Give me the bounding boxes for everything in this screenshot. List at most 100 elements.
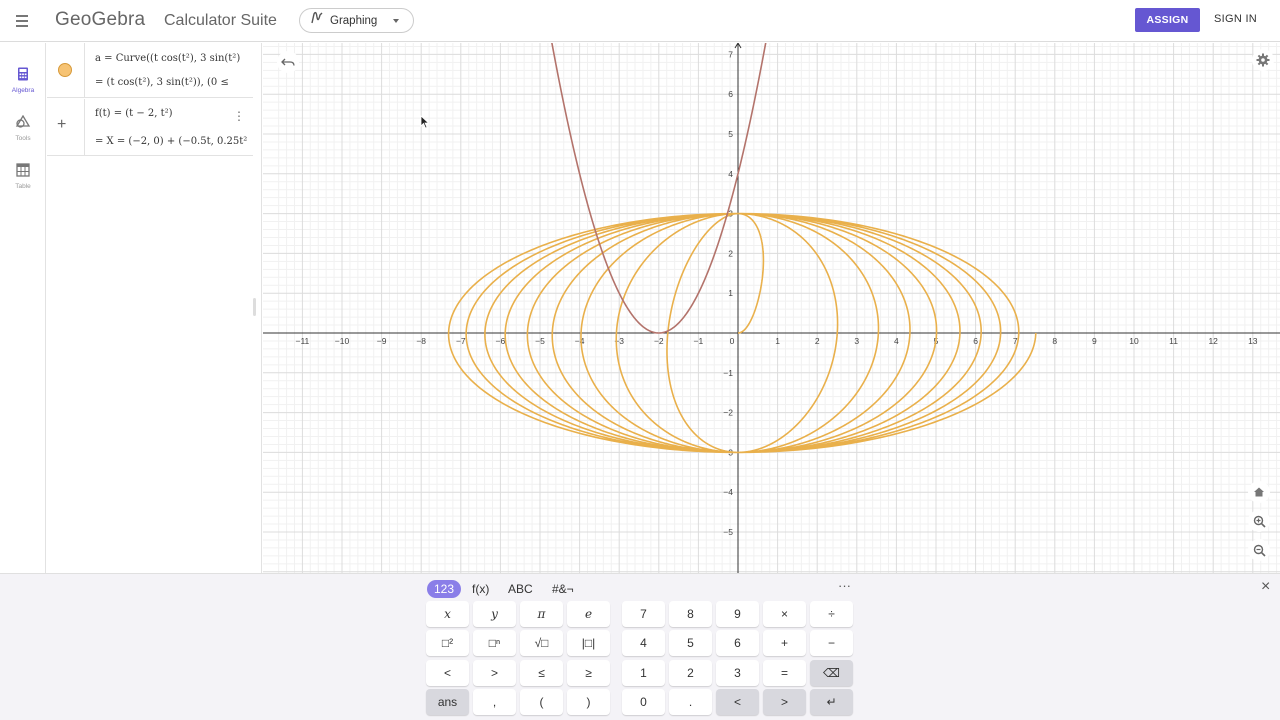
- tab-abc[interactable]: ABC: [508, 580, 533, 598]
- y-tick-label: −2: [723, 408, 733, 418]
- y-tick-label: 5: [728, 129, 733, 139]
- key-geq[interactable]: ≥: [567, 660, 610, 686]
- y-tick-label: 6: [728, 89, 733, 99]
- home-icon[interactable]: [1248, 481, 1270, 503]
- x-tick-label: −11: [296, 336, 310, 346]
- x-tick-label: 13: [1248, 336, 1258, 346]
- graph-canvas[interactable]: −11 −10 −9 −8 −7 −6 −5 −4 −3 −2 −1 0 1 2 3 4 5 6 7 8 9 10 11 12…: [263, 43, 1280, 573]
- key-y[interactable]: y: [473, 601, 516, 627]
- add-item-icon[interactable]: +: [57, 116, 66, 134]
- app-picker-dropdown[interactable]: Graphing: [299, 8, 414, 33]
- algebra-input[interactable]: a = Curve((t cos(t²), 3 sin(t²): [95, 53, 240, 64]
- hamburger-menu-icon[interactable]: [10, 10, 34, 32]
- x-tick-label: 3: [854, 336, 859, 346]
- backspace-icon[interactable]: ⌫: [810, 660, 853, 686]
- x-tick-label: 9: [1092, 336, 1097, 346]
- more-options-icon[interactable]: ⋮: [233, 109, 245, 123]
- sidebar-item-label: Table: [15, 183, 31, 190]
- key-9[interactable]: 9: [716, 601, 759, 627]
- x-tick-label: 0: [730, 336, 735, 346]
- sidebar-item-algebra[interactable]: Algebra: [0, 67, 46, 94]
- key-3[interactable]: 3: [716, 660, 759, 686]
- y-tick-label: 1: [728, 288, 733, 298]
- key-power[interactable]: □ⁿ: [473, 630, 516, 656]
- more-keys-icon[interactable]: ···: [838, 578, 851, 593]
- panel-resize-handle[interactable]: [253, 298, 256, 316]
- sidebar-item-label: Algebra: [11, 87, 35, 94]
- key-greater-than[interactable]: >: [473, 660, 516, 686]
- tab-123[interactable]: 123: [427, 580, 462, 598]
- algebra-row-function[interactable]: + f(t) = (t − 2, t²) = X = (−2, 0) + (−0…: [47, 99, 253, 156]
- key-divide[interactable]: ÷: [810, 601, 853, 627]
- x-tick-label: −9: [377, 336, 387, 346]
- key-7[interactable]: 7: [622, 601, 665, 627]
- close-keyboard-icon[interactable]: ×: [1261, 578, 1270, 596]
- x-tick-label: 12: [1208, 336, 1218, 346]
- key-4[interactable]: 4: [622, 630, 665, 656]
- sign-in-link[interactable]: SIGN IN: [1214, 13, 1257, 25]
- app-title: Calculator Suite: [164, 12, 277, 29]
- x-tick-label: −7: [456, 336, 466, 346]
- x-tick-label: −1: [694, 336, 704, 346]
- y-tick-label: −1: [723, 368, 733, 378]
- key-2[interactable]: 2: [669, 660, 712, 686]
- key-leq[interactable]: ≤: [520, 660, 563, 686]
- undo-icon[interactable]: [277, 51, 299, 73]
- key-square[interactable]: □²: [426, 630, 469, 656]
- key-minus[interactable]: −: [810, 630, 853, 656]
- key-x[interactable]: x: [426, 601, 469, 627]
- graphics-view[interactable]: −11 −10 −9 −8 −7 −6 −5 −4 −3 −2 −1 0 1 2 3 4 5 6 7 8 9 10 11 12…: [263, 43, 1280, 573]
- shapes-icon: [15, 114, 31, 133]
- assign-button[interactable]: ASSIGN: [1135, 8, 1200, 32]
- x-tick-label: −8: [416, 336, 426, 346]
- x-tick-label: 1: [775, 336, 780, 346]
- enter-icon[interactable]: ↵: [810, 689, 853, 715]
- chevron-down-icon: [393, 19, 399, 23]
- key-multiply[interactable]: ×: [763, 601, 806, 627]
- key-ans[interactable]: ans: [426, 689, 469, 715]
- algebra-input[interactable]: f(t) = (t − 2, t²): [95, 108, 173, 119]
- key-open-paren[interactable]: (: [520, 689, 563, 715]
- key-1[interactable]: 1: [622, 660, 665, 686]
- key-comma[interactable]: ,: [473, 689, 516, 715]
- x-tick-label: 10: [1129, 336, 1139, 346]
- y-tick-label: 4: [728, 169, 733, 179]
- key-plus[interactable]: +: [763, 630, 806, 656]
- key-equals[interactable]: =: [763, 660, 806, 686]
- key-6[interactable]: 6: [716, 630, 759, 656]
- key-5[interactable]: 5: [669, 630, 712, 656]
- x-tick-label: 11: [1169, 336, 1178, 346]
- zoom-in-icon[interactable]: [1248, 510, 1270, 532]
- y-tick-label: −5: [723, 527, 733, 537]
- arrow-left-icon[interactable]: <: [716, 689, 759, 715]
- x-tick-label: −10: [335, 336, 350, 346]
- key-less-than[interactable]: <: [426, 660, 469, 686]
- key-sqrt[interactable]: √□: [520, 630, 563, 656]
- y-tick-label: 2: [728, 248, 733, 258]
- tab-functions[interactable]: f(x): [472, 580, 489, 598]
- algebra-row-curve[interactable]: a = Curve((t cos(t²), 3 sin(t²) = (t cos…: [47, 43, 253, 98]
- key-e[interactable]: e: [567, 601, 610, 627]
- key-pi[interactable]: π: [520, 601, 563, 627]
- key-decimal[interactable]: .: [669, 689, 712, 715]
- algebra-output: = X = (−2, 0) + (−0.5t, 0.25t²: [95, 136, 248, 147]
- sidebar-item-tools[interactable]: Tools: [0, 114, 46, 142]
- arrow-right-icon[interactable]: >: [763, 689, 806, 715]
- app-picker-label: Graphing: [330, 14, 378, 27]
- key-abs[interactable]: |□|: [567, 630, 610, 656]
- zoom-out-icon[interactable]: [1248, 539, 1270, 561]
- algebra-view: a = Curve((t cos(t²), 3 sin(t²) = (t cos…: [47, 43, 262, 573]
- x-tick-label: −4: [575, 336, 585, 346]
- sidebar-item-table[interactable]: Table: [0, 163, 46, 190]
- x-tick-label: 4: [894, 336, 899, 346]
- geogebra-logo[interactable]: GeoGebra: [55, 9, 145, 31]
- x-tick-label: −2: [654, 336, 664, 346]
- key-close-paren[interactable]: ): [567, 689, 610, 715]
- key-8[interactable]: 8: [669, 601, 712, 627]
- tab-symbols[interactable]: #&¬: [552, 580, 574, 598]
- settings-gear-icon[interactable]: [1252, 49, 1274, 71]
- key-0[interactable]: 0: [622, 689, 665, 715]
- x-tick-label: −5: [535, 336, 545, 346]
- mouse-cursor-icon: [420, 115, 430, 134]
- visibility-toggle-icon[interactable]: [58, 63, 72, 77]
